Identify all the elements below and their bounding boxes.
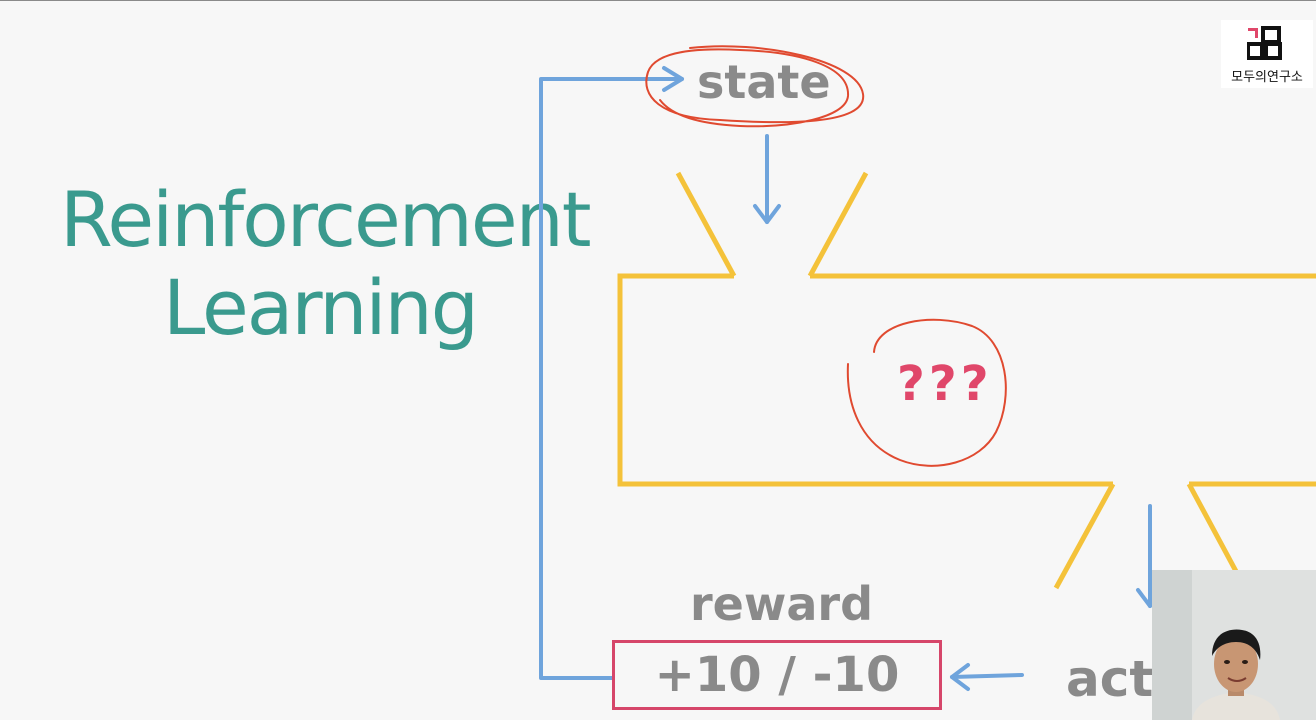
modu-lab-logo-icon [1247, 26, 1282, 60]
input-funnel-left [675, 171, 737, 278]
reward-label: reward [690, 577, 874, 631]
unknown-policy-label: ??? [897, 356, 993, 412]
input-funnel-right [807, 171, 869, 278]
output-funnel-left [1053, 482, 1116, 590]
reward-value-box: +10 / -10 [612, 640, 942, 710]
action-to-reward-line [950, 673, 1024, 679]
rl-loop-diagram [539, 45, 1316, 691]
presenter-webcam [1152, 570, 1316, 720]
presenter-image [1152, 570, 1316, 720]
agent-box-left-outline [617, 273, 1113, 487]
modu-lab-logo: 모두의연구소 [1221, 20, 1313, 88]
reward-value: +10 / -10 [654, 647, 900, 703]
state-label: state [697, 55, 831, 109]
logo-text: 모두의연구소 [1231, 70, 1303, 85]
reward-to-state-line [539, 77, 684, 680]
